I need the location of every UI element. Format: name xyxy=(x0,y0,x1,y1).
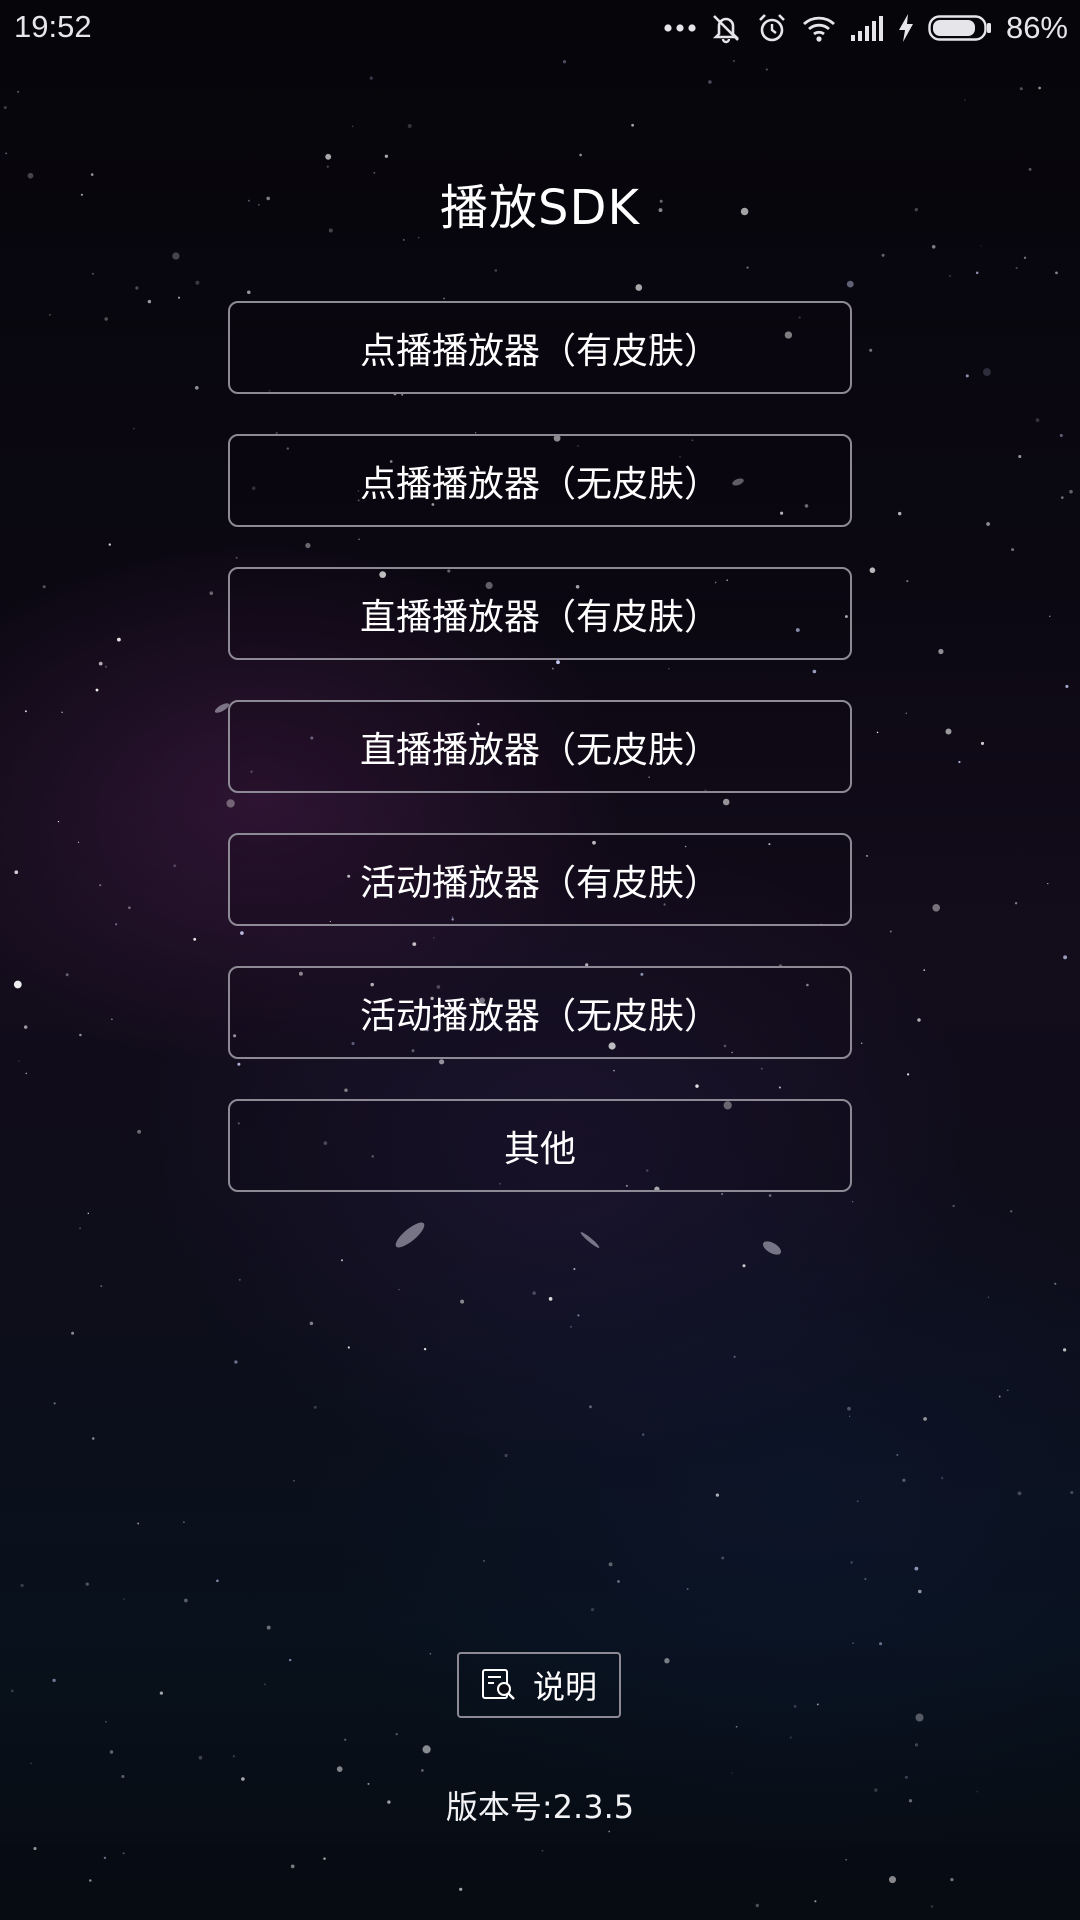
document-search-icon xyxy=(481,1668,517,1702)
vod-player-without-skin-button[interactable]: 点播播放器（无皮肤） xyxy=(228,434,852,527)
battery-icon xyxy=(928,15,992,41)
status-icons: 86% xyxy=(664,8,1068,48)
more-dots-icon xyxy=(664,23,696,33)
activity-player-without-skin-button[interactable]: 活动播放器（无皮肤） xyxy=(228,966,852,1059)
vod-player-with-skin-button[interactable]: 点播播放器（有皮肤） xyxy=(228,301,852,394)
status-bar: 19:52 86% xyxy=(0,0,1080,56)
status-time: 19:52 xyxy=(14,9,92,44)
version-label: 版本号:2.3.5 xyxy=(445,1788,635,1826)
alarm-icon xyxy=(756,12,788,44)
other-button[interactable]: 其他 xyxy=(228,1099,852,1192)
help-label: 说明 xyxy=(532,1668,597,1706)
live-player-with-skin-button[interactable]: 直播播放器（有皮肤） xyxy=(228,567,852,660)
page-title: 播放SDK xyxy=(440,180,640,236)
silent-icon xyxy=(710,12,742,44)
signal-icon xyxy=(850,15,884,41)
battery-percentage: 86% xyxy=(1005,10,1068,45)
help-button[interactable]: 说明 xyxy=(457,1652,621,1718)
charging-icon xyxy=(898,14,914,42)
live-player-without-skin-button[interactable]: 直播播放器（无皮肤） xyxy=(228,700,852,793)
player-menu: 点播播放器（有皮肤） 点播播放器（无皮肤） 直播播放器（有皮肤） 直播播放器（无… xyxy=(228,301,852,1232)
wifi-icon xyxy=(802,14,836,42)
activity-player-with-skin-button[interactable]: 活动播放器（有皮肤） xyxy=(228,833,852,926)
